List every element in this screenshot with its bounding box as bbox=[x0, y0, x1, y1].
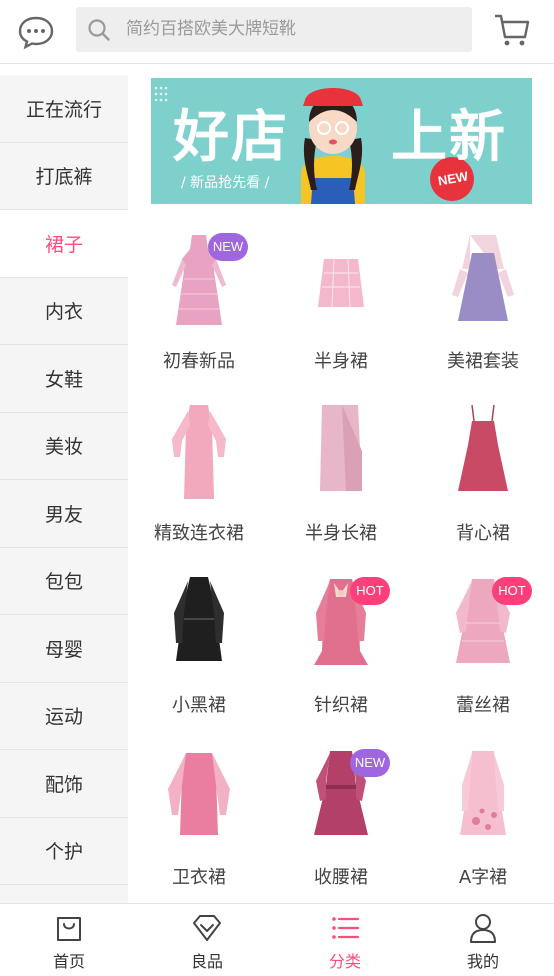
sidebar-item-trending[interactable]: 正在流行 bbox=[0, 75, 128, 143]
banner-title-left: 好店 bbox=[173, 105, 289, 170]
category-item-half-skirt[interactable]: 半身裙 bbox=[270, 215, 412, 387]
new-tag: NEW bbox=[350, 749, 390, 777]
category-label: 背心裙 bbox=[456, 523, 510, 544]
promo-banner[interactable]: 好店 上新 / 新品抢先看 / NEW bbox=[151, 78, 532, 204]
sidebar-item-underwear[interactable]: 内衣 bbox=[0, 278, 128, 345]
sidebar-item-bags[interactable]: 包包 bbox=[0, 548, 128, 615]
search-input[interactable]: 简约百搭欧美大牌短靴 bbox=[76, 7, 472, 52]
category-label: 收腰裙 bbox=[314, 867, 368, 888]
category-item-slip-dress[interactable]: 背心裙 bbox=[412, 387, 554, 559]
category-label: 半身裙 bbox=[314, 351, 368, 372]
category-item-lace-dress[interactable]: HOT 蕾丝裙 bbox=[412, 559, 554, 731]
diamond-icon bbox=[193, 915, 221, 941]
category-item-long-skirt[interactable]: 半身长裙 bbox=[270, 387, 412, 559]
tab-label: 分类 bbox=[328, 952, 361, 971]
banner-subtitle: / 新品抢先看 / bbox=[181, 175, 270, 191]
tab-label: 首页 bbox=[52, 952, 85, 971]
a-line-dress-thumbnail bbox=[460, 751, 506, 835]
new-tag: NEW bbox=[208, 233, 248, 261]
slip-dress-thumbnail bbox=[458, 404, 508, 491]
long-skirt-thumbnail bbox=[320, 405, 362, 491]
tab-label: 良品 bbox=[190, 952, 223, 971]
sidebar-item-makeup[interactable]: 美妆 bbox=[0, 413, 128, 480]
sidebar-item-boyfriend[interactable]: 男友 bbox=[0, 480, 128, 548]
top-header: 简约百搭欧美大牌短靴 bbox=[0, 0, 554, 64]
tab-good-products[interactable]: 良品 bbox=[138, 904, 276, 976]
shopping-bag-icon bbox=[57, 917, 81, 941]
category-label: 精致连衣裙 bbox=[154, 523, 244, 544]
category-label: 美裙套装 bbox=[447, 351, 519, 372]
sweatshirt-dress-thumbnail bbox=[168, 753, 230, 835]
tab-categories[interactable]: 分类 bbox=[276, 904, 414, 976]
black-dress-thumbnail bbox=[174, 577, 224, 661]
sidebar-item-mother-baby[interactable]: 母婴 bbox=[0, 615, 128, 683]
sidebar-item-accessories[interactable]: 配饰 bbox=[0, 750, 128, 818]
category-label: 针织裙 bbox=[314, 695, 368, 716]
bottom-tab-bar: 首页 良品 分类 我的 bbox=[0, 903, 554, 976]
category-item-early-spring[interactable]: NEW 初春新品 bbox=[128, 215, 270, 387]
skirt-thumbnail bbox=[318, 258, 364, 308]
sidebar-item-leggings[interactable]: 打底裤 bbox=[0, 143, 128, 210]
hot-tag: HOT bbox=[350, 577, 390, 605]
user-icon bbox=[470, 914, 496, 943]
category-item-a-line-skirt[interactable]: A字裙 bbox=[412, 731, 554, 903]
category-label: 小黑裙 bbox=[172, 695, 226, 716]
sidebar-item-women-shoes[interactable]: 女鞋 bbox=[0, 345, 128, 413]
search-icon bbox=[88, 19, 110, 41]
category-label: 初春新品 bbox=[163, 351, 235, 372]
category-item-fine-dress[interactable]: 精致连衣裙 bbox=[128, 387, 270, 559]
skirt-set-thumbnail bbox=[452, 235, 514, 321]
category-label: 卫衣裙 bbox=[172, 867, 226, 888]
tab-profile[interactable]: 我的 bbox=[414, 904, 552, 976]
category-item-skirt-set[interactable]: 美裙套装 bbox=[412, 215, 554, 387]
category-label: 蕾丝裙 bbox=[456, 695, 510, 716]
category-item-sweatshirt-dress[interactable]: 卫衣裙 bbox=[128, 731, 270, 903]
dress-thumbnail bbox=[172, 405, 226, 499]
category-sidebar: 正在流行 打底裤 裙子 内衣 女鞋 美妆 男友 包包 母婴 运动 配饰 个护 bbox=[0, 75, 128, 903]
hot-tag: HOT bbox=[492, 577, 532, 605]
sidebar-item-skirts[interactable]: 裙子 bbox=[0, 210, 128, 278]
category-item-little-black-dress[interactable]: 小黑裙 bbox=[128, 559, 270, 731]
category-label: A字裙 bbox=[458, 867, 508, 888]
tab-home[interactable]: 首页 bbox=[0, 904, 138, 976]
chat-bubble-icon[interactable] bbox=[16, 12, 56, 52]
banner-title-right: 上新 bbox=[391, 105, 507, 170]
sidebar-item-personal-care[interactable]: 个护 bbox=[0, 818, 128, 885]
category-item-knit-dress[interactable]: HOT 针织裙 bbox=[270, 559, 412, 731]
list-icon bbox=[332, 917, 360, 939]
search-placeholder: 简约百搭欧美大牌短靴 bbox=[126, 19, 296, 39]
category-label: 半身长裙 bbox=[305, 523, 377, 544]
tab-label: 我的 bbox=[466, 952, 499, 971]
cart-icon[interactable] bbox=[492, 10, 532, 50]
sidebar-item-sports[interactable]: 运动 bbox=[0, 683, 128, 750]
category-item-waist-dress[interactable]: NEW 收腰裙 bbox=[270, 731, 412, 903]
